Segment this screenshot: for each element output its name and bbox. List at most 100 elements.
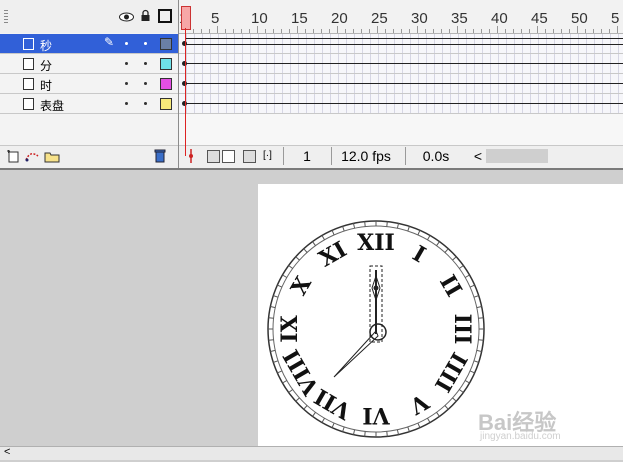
clock-tick: [478, 317, 484, 319]
ruler-tick: [457, 26, 458, 33]
timeline-scroll-left[interactable]: <: [471, 147, 485, 165]
ruler-tick: [585, 29, 586, 33]
ruler-tick: [265, 29, 266, 33]
ruler-tick: [561, 29, 562, 33]
lock-toggle[interactable]: [144, 82, 147, 85]
frame-rate-field[interactable]: 12.0 fps: [331, 147, 400, 165]
ruler-number-3: 15: [291, 10, 308, 27]
onion-skin-icon[interactable]: [207, 150, 220, 163]
ruler-tick: [473, 29, 474, 33]
clock-numeral: IX: [277, 314, 303, 342]
center-frame-icon[interactable]: [186, 149, 196, 166]
layer-name[interactable]: 时: [40, 77, 52, 94]
ruler-tick: [433, 29, 434, 33]
ruler-tick: [505, 29, 506, 33]
ruler-number-10: 50: [571, 10, 588, 27]
onion-skin-outlines-icon[interactable]: [222, 150, 235, 163]
outline-color-swatch[interactable]: [160, 38, 172, 50]
visibility-toggle[interactable]: [125, 42, 128, 45]
clock-tick: [268, 317, 274, 319]
ruler-number-4: 20: [331, 10, 348, 27]
layer-row[interactable]: 分: [0, 54, 178, 74]
layer-icon: [23, 38, 34, 50]
ruler-tick: [233, 29, 234, 33]
outline-icon[interactable]: [158, 9, 172, 23]
frame-row[interactable]: [179, 94, 623, 114]
layer-row[interactable]: 秒 ✎: [0, 34, 178, 54]
frame-span-line: [185, 38, 623, 39]
clock-tick: [364, 221, 366, 227]
add-motion-guide-icon[interactable]: [24, 150, 40, 166]
visibility-toggle[interactable]: [125, 102, 128, 105]
ruler-tick: [521, 29, 522, 33]
ruler-tick: [345, 29, 346, 33]
current-frame-field[interactable]: 1: [283, 147, 330, 165]
timeline-scroll-thumb[interactable]: [486, 149, 548, 163]
ruler-tick: [537, 26, 538, 33]
clock-numeral: XII: [357, 230, 395, 256]
layers-toolbar: [0, 145, 178, 169]
ruler-number-8: 40: [491, 10, 508, 27]
ruler-number-5: 25: [371, 10, 388, 27]
ruler-tick: [593, 29, 594, 33]
pencil-icon: ✎: [104, 35, 115, 49]
outline-color-swatch[interactable]: [160, 98, 172, 110]
visibility-toggle[interactable]: [125, 82, 128, 85]
ruler-tick: [569, 29, 570, 33]
ruler-tick: [497, 26, 498, 33]
lock-toggle[interactable]: [144, 42, 147, 45]
ruler-tick: [425, 29, 426, 33]
ruler-tick: [441, 29, 442, 33]
ruler-tick: [513, 29, 514, 33]
modify-onion-markers-icon[interactable]: [·]: [263, 150, 272, 161]
frame-row[interactable]: [179, 54, 623, 74]
edit-multiple-frames-icon[interactable]: [243, 150, 256, 163]
clock-tick: [268, 339, 274, 341]
frame-ruler[interactable]: 151015202530354045505: [179, 0, 623, 34]
elapsed-time-field: 0.0s: [405, 147, 466, 165]
visibility-toggle[interactable]: [125, 62, 128, 65]
lock-toggle[interactable]: [144, 102, 147, 105]
layers-pane: 秒 ✎ 分时表盘: [0, 0, 179, 169]
panel-grip[interactable]: [4, 10, 8, 24]
watermark-url: jingyan.baidu.com: [480, 431, 561, 442]
trash-icon[interactable]: [154, 149, 166, 166]
outline-color-swatch[interactable]: [160, 58, 172, 70]
ruler-tick: [393, 29, 394, 33]
playhead[interactable]: [181, 6, 191, 30]
layer-icon: [23, 98, 34, 110]
layer-row[interactable]: 表盘: [0, 94, 178, 114]
frame-row[interactable]: [179, 34, 623, 54]
layer-row[interactable]: 时: [0, 74, 178, 94]
layer-name[interactable]: 表盘: [40, 97, 64, 114]
frames-pane: 151015202530354045505: [179, 0, 623, 168]
add-layer-icon[interactable]: [6, 150, 20, 166]
stage-canvas[interactable]: XII I II III IIII V VI VII VIII IX X XI: [258, 184, 623, 459]
ruler-tick: [305, 29, 306, 33]
stage-horizontal-scrollbar[interactable]: <: [0, 446, 623, 460]
add-folder-icon[interactable]: [44, 150, 60, 166]
ruler-tick: [601, 29, 602, 33]
ruler-tick: [609, 29, 610, 33]
lock-toggle[interactable]: [144, 62, 147, 65]
ruler-tick: [337, 26, 338, 33]
scroll-left-arrow[interactable]: <: [4, 446, 10, 458]
ruler-tick: [529, 29, 530, 33]
ruler-tick: [217, 26, 218, 33]
frame-row[interactable]: [179, 74, 623, 94]
clock-tick: [386, 431, 388, 437]
ruler-tick: [193, 29, 194, 33]
ruler-tick: [225, 29, 226, 33]
ruler-number-6: 30: [411, 10, 428, 27]
ruler-tick: [257, 26, 258, 33]
layer-icon: [23, 78, 34, 90]
ruler-tick: [449, 29, 450, 33]
ruler-tick: [369, 29, 370, 33]
playhead-line: [185, 28, 186, 156]
lock-icon[interactable]: [140, 9, 151, 25]
layer-name[interactable]: 分: [40, 57, 52, 74]
ruler-tick: [313, 29, 314, 33]
eye-icon[interactable]: [119, 11, 134, 25]
outline-color-swatch[interactable]: [160, 78, 172, 90]
layer-name[interactable]: 秒: [40, 37, 52, 54]
